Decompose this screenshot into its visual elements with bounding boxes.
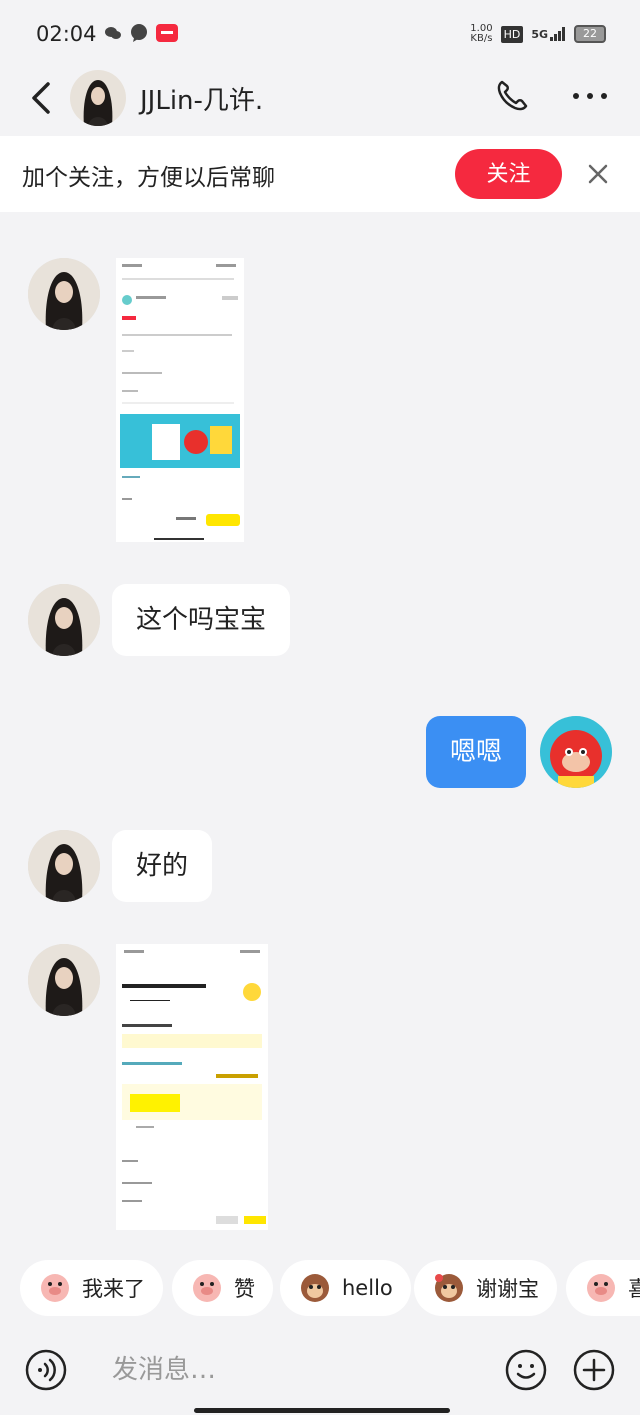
signal-bars-icon [550, 27, 565, 41]
chat-header: JJLin-几许. [0, 64, 640, 134]
follow-button[interactable]: 关注 [455, 149, 562, 199]
pig-sticker-icon [193, 1274, 221, 1302]
image-message[interactable] [116, 258, 244, 542]
close-icon[interactable] [584, 160, 612, 188]
signal-indicator: 5G [531, 27, 566, 41]
wechat-icon [105, 27, 121, 39]
message-input[interactable]: 发消息… [96, 1340, 486, 1400]
plus-icon[interactable] [572, 1348, 616, 1392]
my-avatar[interactable] [540, 716, 612, 788]
quick-reply-label: hello [342, 1276, 393, 1300]
quick-reply-chip[interactable]: hello [280, 1260, 411, 1316]
quick-reply-bar: 我来了 赞 hello 谢谢宝 喜 [0, 1250, 640, 1326]
quick-reply-label: 谢谢宝 [476, 1277, 539, 1301]
incoming-message-bubble[interactable]: 好的 [112, 830, 213, 902]
contact-name[interactable]: JJLin-几许. [140, 80, 263, 117]
app-badge-icon [156, 24, 178, 42]
quick-reply-chip[interactable]: 赞 [172, 1260, 273, 1316]
sender-avatar[interactable] [28, 258, 100, 330]
image-message[interactable] [116, 944, 268, 1230]
signal-label: 5G [531, 28, 548, 41]
sender-avatar[interactable] [28, 830, 100, 902]
quick-reply-label: 赞 [234, 1277, 255, 1301]
quick-reply-label: 喜 [628, 1277, 640, 1301]
pig-sticker-icon [587, 1274, 615, 1302]
pig-sticker-icon [41, 1274, 69, 1302]
net-speed: 1.00 KB/s [470, 23, 493, 44]
contact-avatar[interactable] [70, 70, 126, 126]
follow-prompt-text: 加个关注，方便以后常聊 [22, 165, 275, 191]
outgoing-message-bubble[interactable]: 嗯嗯 [426, 716, 527, 788]
quick-reply-chip[interactable]: 谢谢宝 [414, 1260, 557, 1316]
more-dots-icon[interactable] [570, 86, 610, 106]
incoming-message-bubble[interactable]: 这个吗宝宝 [112, 584, 291, 656]
chevron-left-icon[interactable] [24, 78, 58, 118]
quick-reply-chip[interactable]: 我来了 [20, 1260, 163, 1316]
status-notification-icons [104, 24, 178, 42]
status-time: 02:04 [36, 22, 97, 46]
hd-badge: HD [500, 25, 524, 43]
quick-reply-label: 我来了 [82, 1277, 145, 1301]
monkey-sticker-icon [301, 1274, 329, 1302]
battery-icon: 22 [574, 25, 606, 43]
phone-icon[interactable] [494, 78, 530, 114]
home-indicator[interactable] [194, 1408, 450, 1413]
message-input-bar: 发消息… [0, 1330, 640, 1415]
message-icon [131, 24, 147, 42]
monkey-sticker-icon [435, 1274, 463, 1302]
quick-reply-chip[interactable]: 喜 [566, 1260, 640, 1316]
sender-avatar[interactable] [28, 584, 100, 656]
follow-banner: 加个关注，方便以后常聊 关注 [0, 136, 640, 212]
voice-icon[interactable] [24, 1348, 68, 1392]
status-bar: 02:04 1.00 KB/s HD 5G 22 [0, 0, 640, 70]
status-system-icons: 1.00 KB/s HD 5G 22 [470, 24, 606, 44]
emoji-icon[interactable] [504, 1348, 548, 1392]
sender-avatar[interactable] [28, 944, 100, 1016]
